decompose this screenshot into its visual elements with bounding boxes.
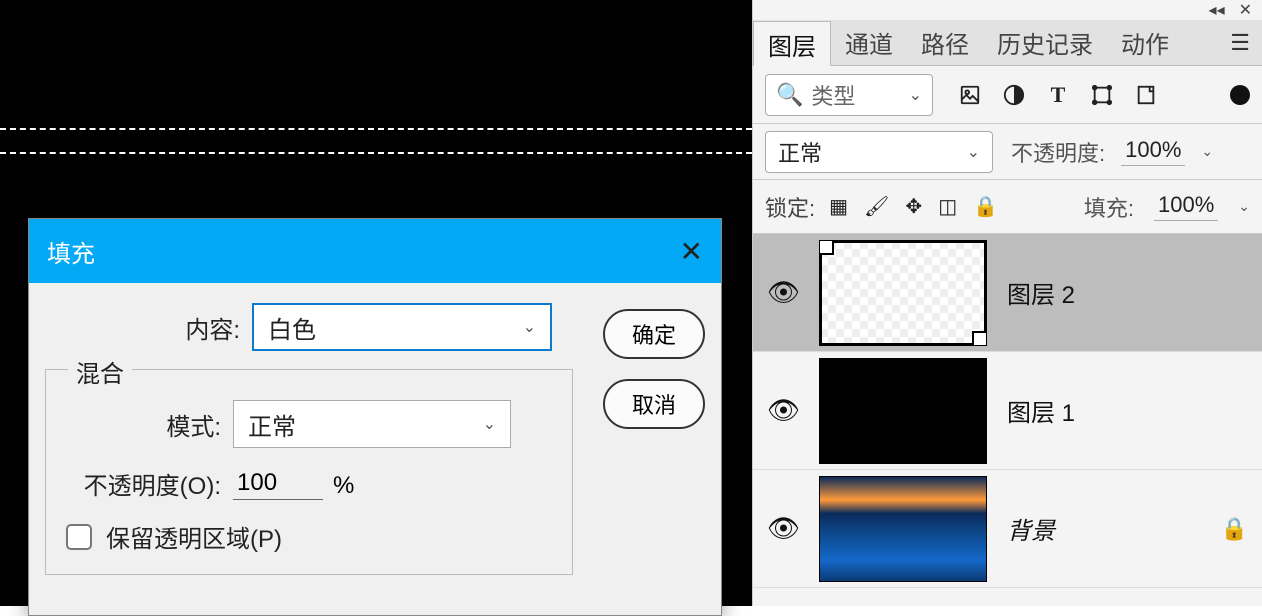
layer-thumbnail[interactable] [819,476,987,582]
lock-label: 锁定: [765,191,815,223]
layer-row[interactable]: 👁 图层 1 [753,352,1262,470]
panel-tabs: 图层 通道 路径 历史记录 动作 ☰ [753,20,1262,66]
type-filter-label: 类型 [811,79,855,111]
chevron-down-icon: ⌄ [967,142,980,162]
chevron-down-icon: ⌄ [909,85,922,105]
mode-label: 模式: [56,407,221,442]
opacity-input[interactable] [233,467,323,500]
filter-row: 🔍 类型 ⌄ T [753,66,1262,124]
cancel-button[interactable]: 取消 [603,379,705,429]
preserve-transparency-row[interactable]: 保留透明区域(P) [56,519,562,554]
opacity-label: 不透明度(O): [56,466,221,501]
chevron-down-icon[interactable]: ⌄ [1238,198,1250,215]
filter-icon-strip: T [957,82,1159,108]
filter-type-icon[interactable]: T [1045,82,1071,108]
content-label: 内容: [45,310,240,345]
blend-mode-select[interactable]: 正常 ⌄ [765,131,993,173]
filter-smartobject-icon[interactable] [1133,82,1159,108]
content-value: 白色 [268,310,316,345]
mode-select[interactable]: 正常 ⌄ [233,400,511,448]
blend-fieldset: 混合 模式: 正常 ⌄ 不透明度(O): % [45,369,573,575]
mode-row: 模式: 正常 ⌄ [56,400,562,448]
filter-toggle[interactable] [1230,85,1250,105]
layer-thumbnail[interactable] [819,240,987,346]
visibility-icon[interactable]: 👁 [767,277,799,308]
layer-name[interactable]: 图层 1 [1007,393,1075,428]
chevron-down-icon: ⌄ [483,414,496,434]
blend-row: 正常 ⌄ 不透明度: 100% ⌄ [753,124,1262,180]
lock-icons: ▦ 🖌 ✥ ◫ 🔒 [829,194,998,219]
preserve-transparency-checkbox[interactable] [66,524,92,550]
panel-top-controls: ◂◂ ✕ [753,0,1262,20]
ok-button[interactable]: 确定 [603,309,705,359]
lock-row: 锁定: ▦ 🖌 ✥ ◫ 🔒 填充: 100% ⌄ [753,180,1262,234]
visibility-icon[interactable]: 👁 [767,513,799,544]
lock-transparency-icon[interactable]: ▦ [829,194,848,219]
layer-row[interactable]: 👁 背景 🔒 [753,470,1262,588]
dialog-left-column: 内容: 白色 ⌄ 混合 模式: 正常 ⌄ 不透明度(O): [45,303,573,575]
blend-mode-value: 正常 [778,136,822,168]
tab-layers[interactable]: 图层 [753,21,831,66]
percent-label: % [333,472,354,500]
tab-paths[interactable]: 路径 [907,20,983,65]
lock-artboard-icon[interactable]: ◫ [938,194,957,219]
dialog-right-column: 确定 取消 [603,303,705,575]
layer-name[interactable]: 背景 [1007,511,1055,546]
fill-dialog: 填充 ✕ 内容: 白色 ⌄ 混合 模式: 正常 ⌄ [28,218,722,616]
fill-value[interactable]: 100% [1154,192,1218,221]
lock-position-icon[interactable]: ✥ [905,194,922,219]
lock-icon: 🔒 [1221,516,1248,542]
selection-marquee [0,128,752,154]
chevron-down-icon: ⌄ [523,317,536,337]
collapse-icon[interactable]: ◂◂ [1209,0,1225,20]
panel-opacity-label: 不透明度: [1011,136,1105,168]
blend-legend: 混合 [68,354,132,389]
content-select[interactable]: 白色 ⌄ [252,303,552,351]
chevron-down-icon[interactable]: ⌄ [1201,143,1213,160]
layer-thumbnail[interactable] [819,358,987,464]
lock-pixels-icon[interactable]: 🖌 [864,194,889,219]
dialog-titlebar[interactable]: 填充 ✕ [29,219,721,283]
layer-row[interactable]: 👁 图层 2 [753,234,1262,352]
dialog-title-text: 填充 [47,234,95,269]
panel-menu-icon[interactable]: ☰ [1218,20,1262,65]
search-icon: 🔍 [776,82,803,108]
mode-value: 正常 [248,407,296,442]
preserve-transparency-label: 保留透明区域(P) [106,519,282,554]
filter-adjustment-icon[interactable] [1001,82,1027,108]
tab-actions[interactable]: 动作 [1107,20,1183,65]
close-icon[interactable]: ✕ [1239,0,1252,20]
lock-all-icon[interactable]: 🔒 [973,194,998,219]
visibility-icon[interactable]: 👁 [767,395,799,426]
panel-opacity-value[interactable]: 100% [1121,137,1185,166]
content-row: 内容: 白色 ⌄ [45,303,573,351]
layer-list: 👁 图层 2 👁 图层 1 👁 背景 🔒 [753,234,1262,588]
tab-history[interactable]: 历史记录 [983,20,1107,65]
filter-shape-icon[interactable] [1089,82,1115,108]
type-filter-select[interactable]: 🔍 类型 ⌄ [765,74,933,116]
tab-channels[interactable]: 通道 [831,20,907,65]
layer-name[interactable]: 图层 2 [1007,275,1075,310]
close-icon[interactable]: ✕ [680,235,703,268]
opacity-row: 不透明度(O): % [56,466,562,501]
layers-panel: ◂◂ ✕ 图层 通道 路径 历史记录 动作 ☰ 🔍 类型 ⌄ T 正常 [752,0,1262,606]
fill-label: 填充: [1084,191,1134,223]
dialog-body: 内容: 白色 ⌄ 混合 模式: 正常 ⌄ 不透明度(O): [29,283,721,615]
filter-image-icon[interactable] [957,82,983,108]
